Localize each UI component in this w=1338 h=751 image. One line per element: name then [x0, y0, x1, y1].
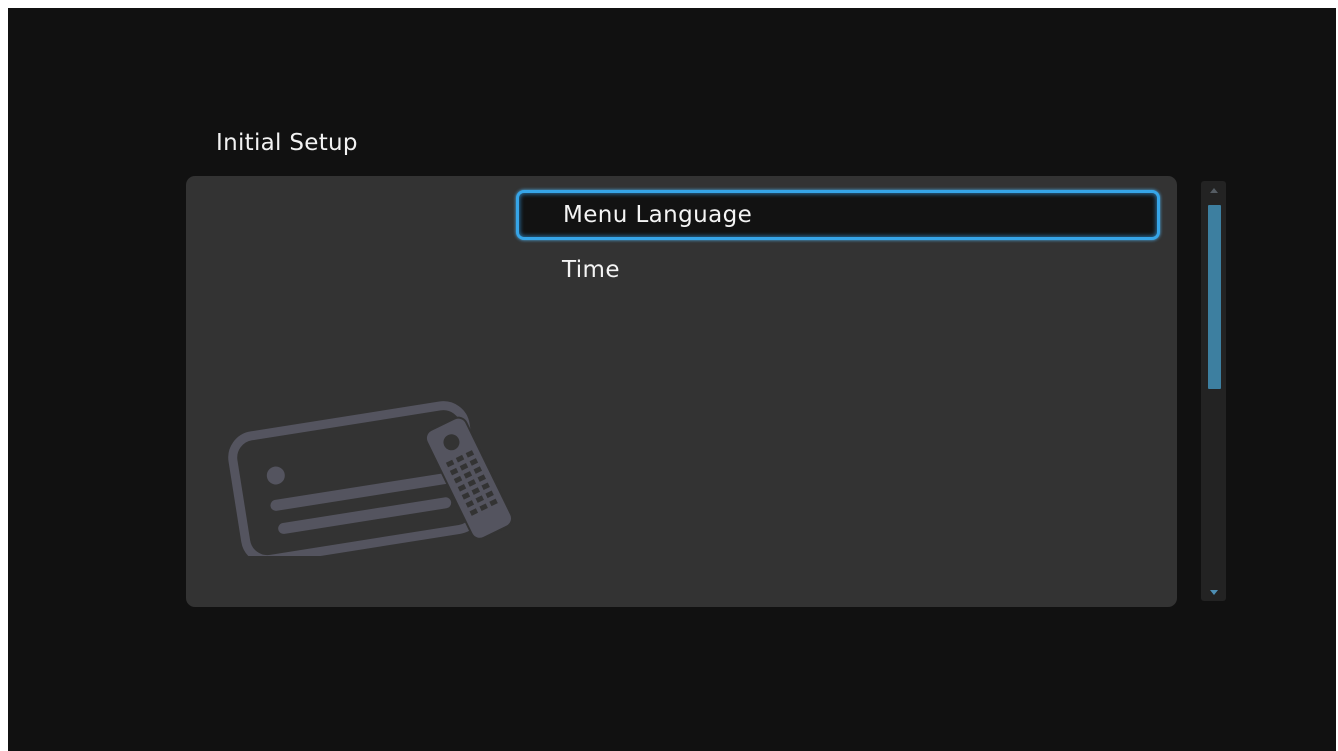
menu-item-menu-language[interactable]: Menu Language [516, 190, 1160, 240]
menu-item-time[interactable]: Time [516, 246, 1160, 296]
triangle-down-icon [1209, 589, 1218, 595]
triangle-up-icon [1209, 187, 1218, 193]
scroll-up-button[interactable] [1201, 183, 1226, 197]
tv-remote-icon [228, 401, 514, 556]
vertical-scrollbar[interactable] [1201, 181, 1226, 601]
setup-menu-list: Menu Language Time [516, 190, 1160, 302]
setup-screen: Initial Setup Menu Language Time [8, 8, 1336, 751]
page-title: Initial Setup [216, 130, 358, 156]
scroll-down-button[interactable] [1201, 585, 1226, 599]
scrollbar-thumb[interactable] [1208, 205, 1221, 389]
menu-item-label: Menu Language [563, 202, 753, 228]
setup-panel: Menu Language Time [186, 176, 1177, 607]
menu-item-label: Time [562, 257, 620, 283]
